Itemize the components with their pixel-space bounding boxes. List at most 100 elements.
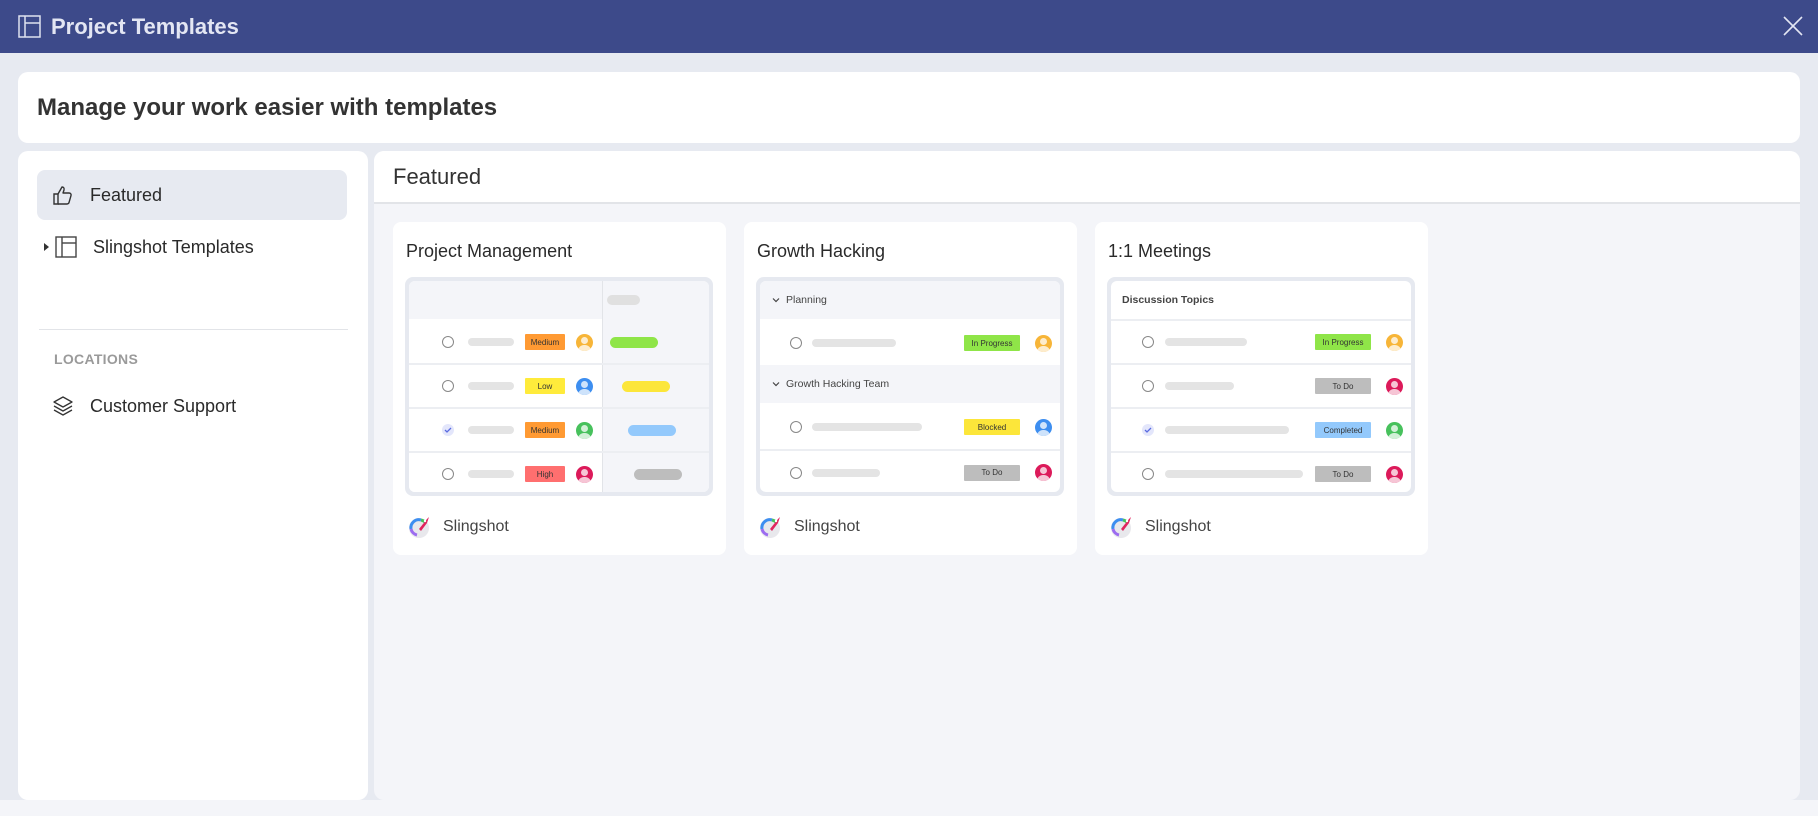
status-tag: To Do (964, 464, 1020, 481)
preview-row: To Do (760, 449, 1060, 492)
status-tag: In Progress (1315, 334, 1371, 350)
card-brand: Slingshot (443, 518, 509, 535)
avatar-icon (576, 377, 593, 395)
status-tag: Completed (1315, 422, 1371, 438)
card-brand: Slingshot (1145, 518, 1211, 535)
avatar-icon (576, 465, 593, 483)
avatar-icon (1386, 465, 1403, 483)
template-card-one-on-one-meetings[interactable]: 1:1 Meetings Discussion Topics In Progre… (1095, 222, 1428, 555)
priority-tag: Low (525, 378, 565, 394)
avatar-icon (1035, 418, 1052, 436)
row-cells: Low (409, 365, 602, 407)
template-preview: Discussion Topics In Progress To Do Comple… (1107, 277, 1415, 496)
radio-icon (442, 380, 454, 392)
avatar-icon (1386, 421, 1403, 439)
section-title: Featured (393, 163, 482, 189)
row-cells: Medium (409, 409, 602, 451)
template-card-project-management[interactable]: Project Management Medium Low Medium High (393, 222, 726, 555)
title-bar: Project Templates (0, 0, 1818, 53)
template-layout-icon (18, 15, 41, 38)
status-tag: To Do (1315, 466, 1371, 482)
preview-row: Medium (409, 319, 709, 363)
task-name-placeholder (468, 338, 514, 346)
preview-group-header: Discussion Topics (1122, 294, 1214, 306)
radio-icon (1142, 380, 1154, 392)
card-footer: Slingshot (407, 515, 509, 539)
timeline-bar (634, 468, 682, 480)
radio-icon (1142, 336, 1154, 348)
locations-section-label: LOCATIONS (54, 351, 139, 367)
banner-title: Manage your work easier with templates (37, 93, 498, 121)
card-footer: Slingshot (758, 515, 860, 539)
sidebar-item-customer-support[interactable]: Customer Support (37, 381, 347, 431)
preview-group-header: Planning (760, 281, 1060, 319)
radio-icon (442, 468, 454, 480)
status-tag: In Progress (964, 335, 1020, 351)
task-name-placeholder (468, 470, 514, 478)
preview-header (409, 281, 602, 319)
task-name-placeholder (468, 382, 514, 390)
radio-icon (1142, 468, 1154, 480)
template-preview: Planning In Progress Growth Hacking Team Bl… (756, 277, 1064, 496)
card-title: 1:1 Meetings (1108, 241, 1212, 261)
sidebar-item-label: Featured (90, 184, 163, 205)
expand-caret-icon[interactable] (43, 242, 51, 252)
preview-row: In Progress (760, 319, 1060, 365)
main-panel: Featured Project Management Medium Low Med… (374, 151, 1800, 800)
main-header: Featured (374, 151, 1800, 204)
priority-tag: High (525, 466, 565, 482)
checked-radio-icon (442, 424, 454, 436)
close-icon[interactable] (1782, 15, 1804, 37)
chevron-down-icon (772, 382, 780, 387)
radio-icon (442, 336, 454, 348)
template-card-growth-hacking[interactable]: Growth Hacking Planning In Progress Growth… (744, 222, 1077, 555)
priority-tag: Medium (525, 422, 565, 438)
banner: Manage your work easier with templates (18, 72, 1800, 143)
avatar-icon (1386, 333, 1403, 351)
row-cells: Medium (409, 321, 602, 363)
preview-board: Planning In Progress Growth Hacking Team Bl… (760, 281, 1060, 492)
card-footer: Slingshot (1109, 515, 1211, 539)
sidebar-item-featured[interactable]: Featured (37, 170, 347, 220)
preview-row: To Do (1111, 451, 1411, 492)
sidebar-item-label: Slingshot Templates (93, 236, 254, 257)
card-title: Growth Hacking (757, 241, 886, 261)
preview-board: Discussion Topics In Progress To Do Comple… (1111, 281, 1411, 492)
layers-icon (53, 396, 73, 416)
avatar-icon (1035, 334, 1052, 352)
preview-row: High (409, 451, 709, 492)
task-name-placeholder (812, 339, 896, 347)
task-name-placeholder (1165, 470, 1303, 478)
preview-row: In Progress (1111, 319, 1411, 363)
thumbs-up-icon (53, 186, 72, 205)
avatar-icon (576, 421, 593, 439)
row-cells: High (409, 453, 602, 492)
card-title: Project Management (406, 241, 573, 261)
slingshot-logo-icon (1111, 517, 1131, 538)
avatar-icon (576, 333, 593, 351)
task-name-placeholder (1165, 382, 1234, 390)
slingshot-logo-icon (409, 517, 429, 538)
task-name-placeholder (468, 426, 514, 434)
sidebar-divider (39, 329, 348, 330)
group-name: Growth Hacking Team (786, 378, 890, 390)
status-tag: To Do (1315, 378, 1371, 394)
status-tag: Blocked (964, 419, 1020, 435)
task-name-placeholder (1165, 426, 1289, 434)
timeline-bar (610, 336, 658, 348)
checked-radio-icon (1142, 424, 1154, 436)
sidebar-item-slingshot-templates[interactable]: Slingshot Templates (37, 222, 347, 272)
task-name-placeholder (1165, 338, 1247, 346)
preview-row: To Do (1111, 363, 1411, 407)
sidebar-item-label: Customer Support (90, 395, 237, 416)
avatar-icon (1386, 377, 1403, 395)
task-name-placeholder (812, 468, 880, 477)
card-brand: Slingshot (794, 518, 860, 535)
timeline-bar (628, 424, 676, 436)
radio-icon (790, 337, 802, 349)
preview-board: Medium Low Medium High (409, 281, 709, 492)
preview-row: Low (409, 363, 709, 407)
dialog-body: Manage your work easier with templates F… (0, 53, 1818, 800)
timeline-header-bar (607, 295, 640, 305)
slingshot-logo-icon (760, 517, 780, 538)
